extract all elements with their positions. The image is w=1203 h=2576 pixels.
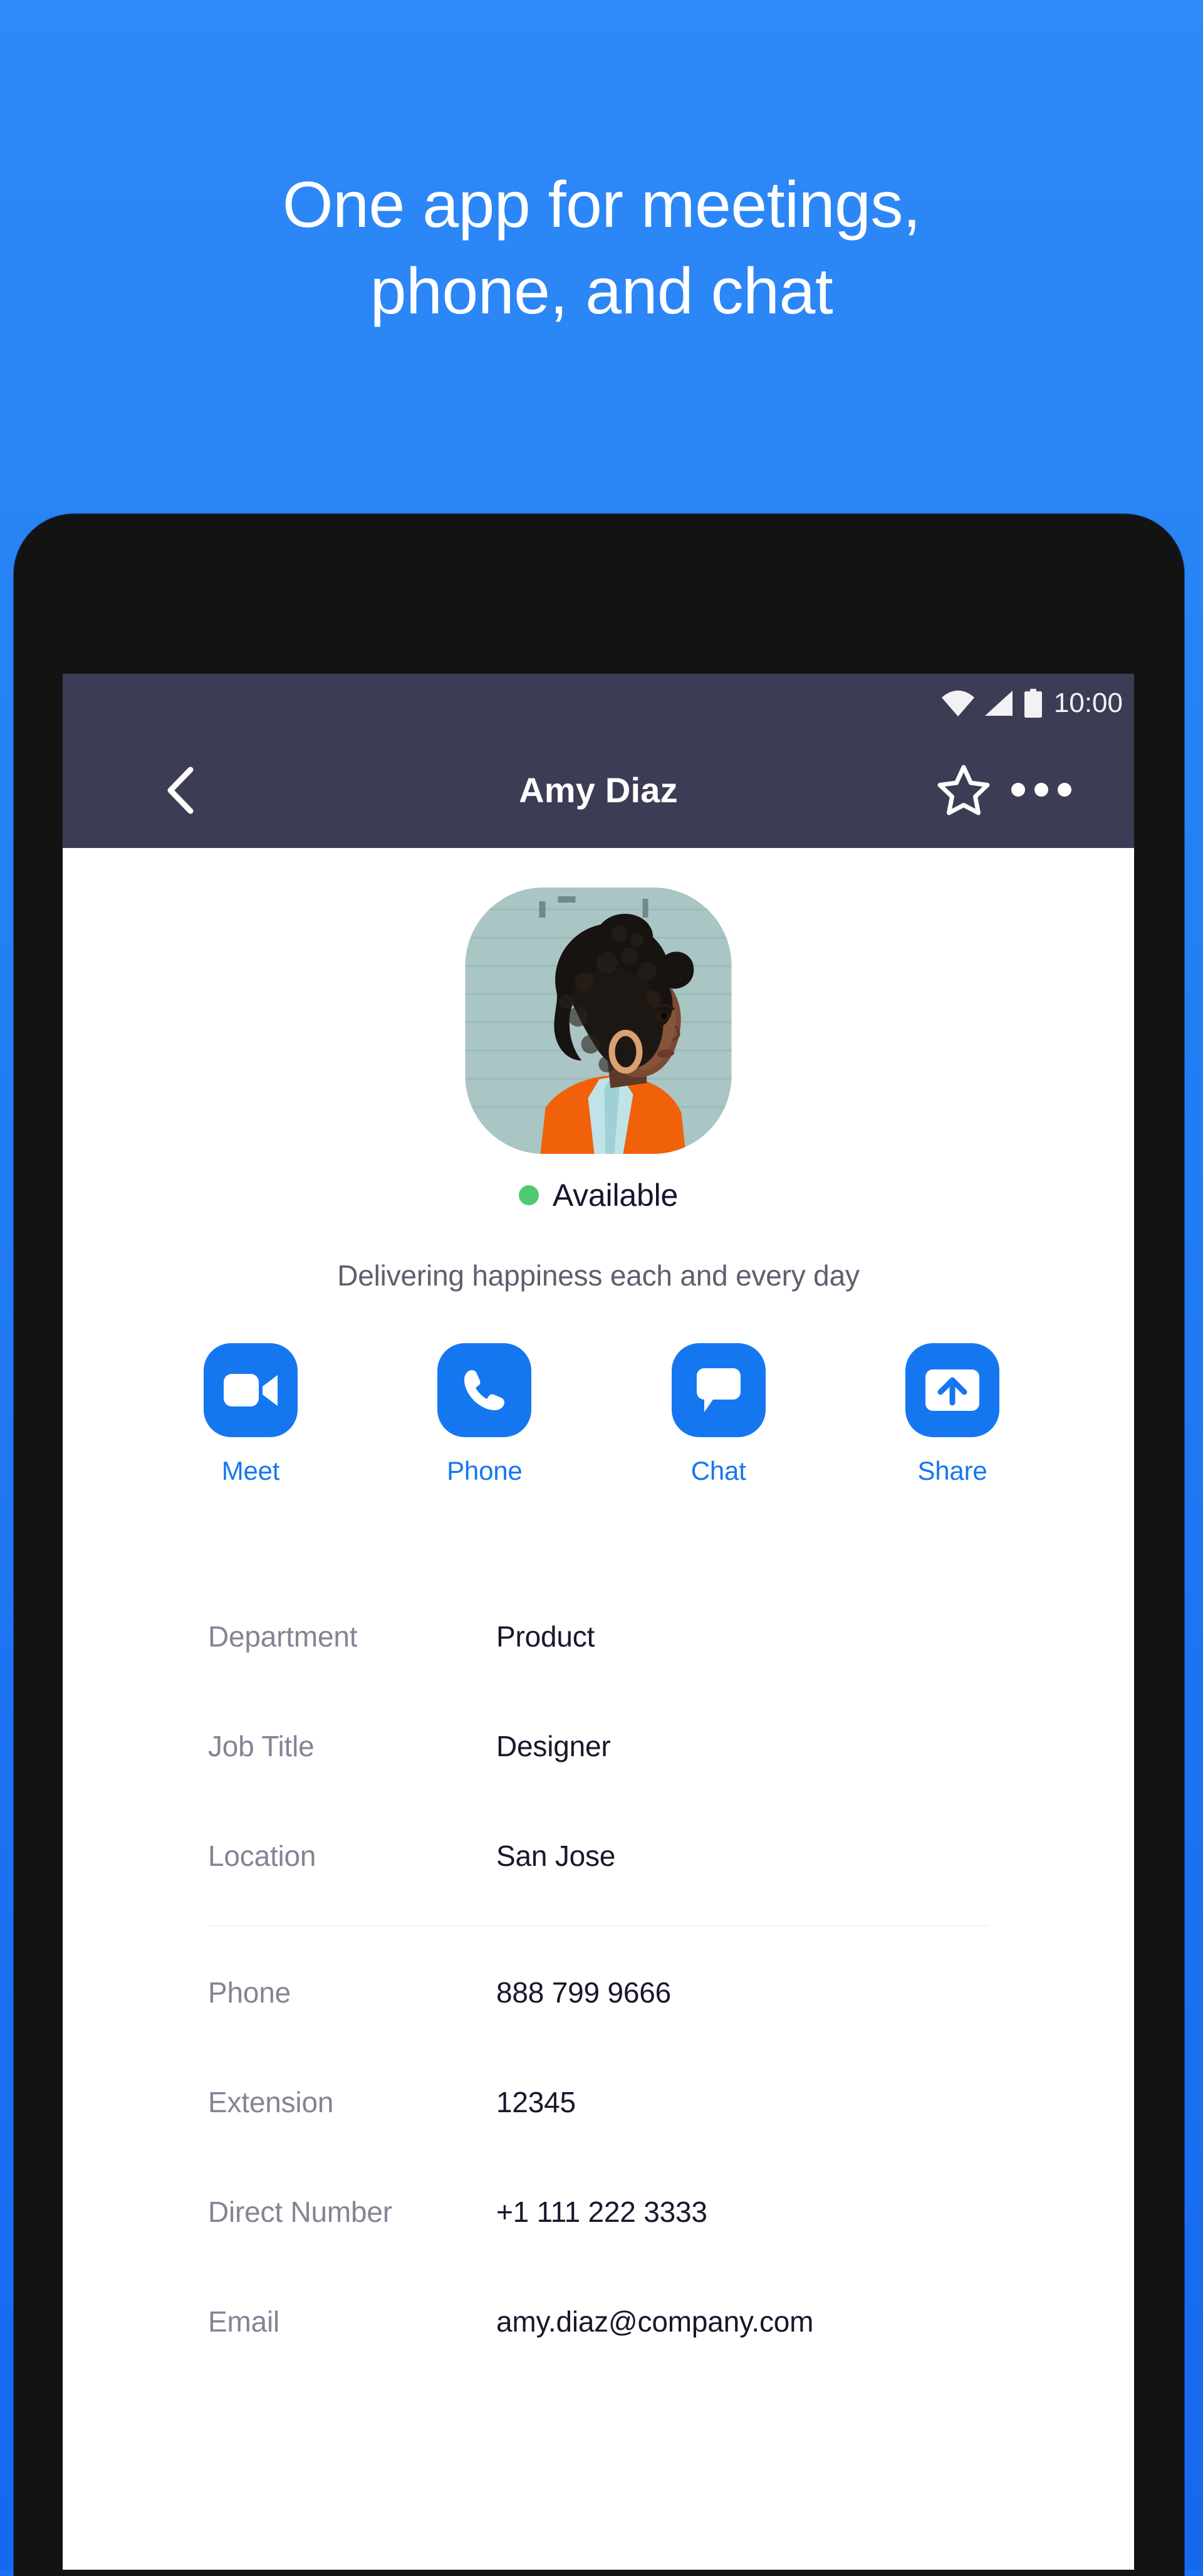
presence-status: Available (63, 1177, 1134, 1213)
share-action-button[interactable]: Share (890, 1343, 1015, 1486)
section-divider (208, 1925, 989, 1926)
detail-key: Department (208, 1620, 358, 1653)
phone-handset-icon (464, 1370, 505, 1410)
back-button[interactable] (155, 763, 206, 817)
avatar-portrait-icon (465, 887, 732, 1154)
detail-value: Designer (496, 1729, 611, 1762)
share-upload-icon (925, 1369, 979, 1411)
detail-value: Product (496, 1620, 595, 1653)
phone-screen: 10:00 Amy Diaz Available Delivering happ… (63, 674, 1134, 2570)
battery-icon (1024, 688, 1042, 718)
chevron-left-icon (167, 767, 194, 814)
more-options-button[interactable] (1011, 781, 1071, 798)
avatar[interactable] (465, 887, 732, 1154)
meet-action-label: Meet (221, 1456, 280, 1485)
detail-key: Extension (208, 2085, 334, 2118)
detail-group-contact: Phone 888 799 9666 Extension 12345 Direc… (63, 1937, 1134, 2376)
detail-row-location[interactable]: Location San Jose (63, 1801, 1134, 1910)
detail-row-phone[interactable]: Phone 888 799 9666 (63, 1937, 1134, 2047)
avatar-image (465, 887, 732, 1154)
phone-action-button[interactable]: Phone (422, 1343, 547, 1486)
status-bar: 10:00 (63, 674, 1134, 732)
detail-row-email[interactable]: Email amy.diaz@company.com (63, 2266, 1134, 2376)
nav-bar: Amy Diaz (63, 732, 1134, 848)
promo-headline: One app for meetings, phone, and chat (282, 169, 921, 328)
chat-bubble-icon (696, 1368, 741, 1412)
share-action-tile (905, 1343, 999, 1437)
video-camera-icon (224, 1374, 278, 1406)
meet-action-button[interactable]: Meet (188, 1343, 313, 1486)
phone-action-label: Phone (447, 1456, 523, 1485)
presence-dot-icon (518, 1185, 539, 1205)
quick-actions-row: Meet Phone Chat Share (188, 1343, 1015, 1486)
cellular-signal-icon (984, 690, 1013, 716)
presence-label: Available (552, 1178, 679, 1213)
detail-row-direct-number[interactable]: Direct Number +1 111 222 3333 (63, 2157, 1134, 2266)
status-bar-time: 10:00 (1053, 687, 1123, 718)
wifi-icon (941, 690, 974, 716)
chat-action-button[interactable]: Chat (656, 1343, 781, 1486)
star-outline-icon (937, 765, 990, 815)
detail-key: Email (208, 2305, 280, 2338)
detail-row-extension[interactable]: Extension 12345 (63, 2047, 1134, 2157)
more-horizontal-icon-dot-3 (1058, 783, 1071, 797)
more-horizontal-icon-dot-2 (1034, 783, 1048, 797)
detail-row-job-title[interactable]: Job Title Designer (63, 1691, 1134, 1801)
share-action-label: Share (917, 1456, 987, 1485)
detail-key: Direct Number (208, 2195, 392, 2228)
detail-value: amy.diaz@company.com (496, 2305, 814, 2338)
detail-group-work: Department Product Job Title Designer Lo… (63, 1581, 1134, 1910)
detail-value: 12345 (496, 2085, 576, 2118)
meet-action-tile (204, 1343, 298, 1437)
chat-action-tile (671, 1343, 766, 1437)
personal-note: Delivering happiness each and every day (337, 1259, 860, 1292)
detail-value: San Jose (496, 1839, 616, 1872)
contact-profile-body: Available Delivering happiness each and … (63, 848, 1134, 2570)
detail-value: 888 799 9666 (496, 1976, 671, 2009)
chat-action-label: Chat (690, 1456, 746, 1485)
detail-key: Phone (208, 1976, 291, 2009)
favorite-button[interactable] (936, 762, 991, 817)
contact-details: Department Product Job Title Designer Lo… (63, 1581, 1134, 2376)
phone-action-tile (437, 1343, 532, 1437)
status-bar-icons: 10:00 (941, 674, 1123, 732)
detail-value: +1 111 222 3333 (496, 2195, 707, 2228)
detail-key: Job Title (208, 1729, 315, 1762)
detail-key: Location (208, 1839, 316, 1872)
more-horizontal-icon-dot-1 (1011, 783, 1025, 797)
detail-row-department[interactable]: Department Product (63, 1581, 1134, 1691)
